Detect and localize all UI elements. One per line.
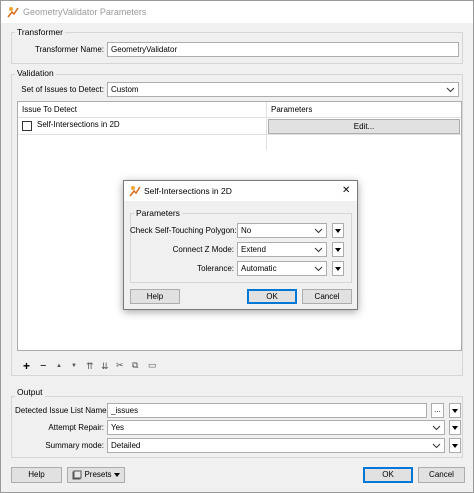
ok-button[interactable]: OK [363, 467, 413, 483]
issue-list-label: Detected Issue List Name: [15, 406, 109, 415]
column-header-issue: Issue To Detect [22, 105, 77, 114]
attempt-repair-value: Yes [111, 423, 125, 432]
validation-group-label: Validation [15, 68, 56, 78]
transformer-icon [7, 7, 19, 18]
summary-mode-menu-button[interactable] [449, 438, 461, 453]
attempt-repair-menu-button[interactable] [449, 420, 461, 435]
dropdown-arrow-icon [335, 228, 341, 233]
table-row[interactable]: Self-Intersections in 2D Edit... [18, 118, 461, 134]
presets-label: Presets [84, 470, 112, 479]
dropdown-arrow-icon [113, 473, 120, 477]
issue-set-select[interactable]: Custom [107, 82, 459, 97]
self-touching-menu-button[interactable] [332, 223, 344, 238]
presets-icon [72, 470, 82, 480]
issue-set-label: Set of Issues to Detect: [21, 85, 104, 94]
dialog-ok-button[interactable]: OK [247, 289, 297, 304]
self-touching-value: No [241, 226, 252, 235]
transformer-group-label: Transformer [15, 27, 65, 37]
tolerance-value: Automatic [241, 264, 277, 273]
chevron-down-icon [432, 425, 441, 431]
attempt-repair-label: Attempt Repair: [48, 423, 104, 432]
help-button[interactable]: Help [11, 467, 62, 483]
row-divider [18, 134, 461, 135]
dropdown-arrow-icon [335, 247, 341, 252]
z-mode-value: Extend [241, 245, 266, 254]
dialog-title-bar: Self-Intersections in 2D ✕ [124, 181, 357, 201]
paste-icon[interactable]: ▭ [148, 360, 157, 371]
issue-label: Self-Intersections in 2D [37, 120, 120, 129]
output-group-label: Output [15, 387, 45, 397]
transformer-icon [129, 186, 141, 197]
tolerance-menu-button[interactable] [332, 261, 344, 276]
remove-icon[interactable]: − [40, 360, 46, 372]
chevron-down-icon [446, 87, 455, 93]
self-intersections-dialog: Self-Intersections in 2D ✕ Parameters Ch… [123, 180, 358, 310]
tolerance-select[interactable]: Automatic [237, 261, 327, 276]
close-icon[interactable]: ✕ [342, 185, 350, 196]
move-down-icon[interactable]: ▼ [71, 363, 77, 369]
column-header-parameters: Parameters [271, 105, 313, 114]
chevron-down-icon [432, 443, 441, 449]
window-title: GeometryValidator Parameters [23, 7, 147, 17]
chevron-down-icon [314, 228, 323, 234]
copy-icon[interactable]: ⧉ [132, 360, 138, 371]
self-touching-label: Check Self-Touching Polygon: [130, 226, 237, 235]
move-bottom-icon[interactable]: ⇊ [101, 361, 109, 372]
z-mode-label: Connect Z Mode: [172, 245, 234, 254]
dropdown-arrow-icon [452, 443, 458, 448]
issue-checkbox[interactable] [22, 121, 32, 131]
presets-button[interactable]: Presets [67, 467, 125, 483]
dialog-help-button[interactable]: Help [130, 289, 180, 304]
dialog-title: Self-Intersections in 2D [144, 186, 232, 196]
issue-set-value: Custom [111, 85, 139, 94]
move-top-icon[interactable]: ⇈ [86, 361, 94, 372]
chevron-down-icon [314, 247, 323, 253]
move-up-icon[interactable]: ▲ [56, 363, 62, 369]
chevron-down-icon [314, 266, 323, 272]
summary-mode-label: Summary mode: [45, 441, 104, 450]
cancel-button[interactable]: Cancel [418, 467, 465, 483]
dialog-parameters-label: Parameters [134, 208, 182, 218]
parameters-window: GeometryValidator Parameters Transformer… [0, 0, 474, 493]
z-mode-menu-button[interactable] [332, 242, 344, 257]
transformer-name-input[interactable]: GeometryValidator [107, 42, 459, 57]
self-touching-select[interactable]: No [237, 223, 327, 238]
z-mode-select[interactable]: Extend [237, 242, 327, 257]
transformer-name-label: Transformer Name: [34, 45, 104, 54]
dropdown-arrow-icon [452, 408, 458, 413]
dialog-cancel-button[interactable]: Cancel [302, 289, 352, 304]
add-icon[interactable]: + [23, 359, 30, 373]
summary-mode-select[interactable]: Detailed [107, 438, 445, 453]
cut-icon[interactable]: ✂ [116, 360, 124, 371]
issue-list-input[interactable]: _issues [107, 403, 427, 418]
issue-list-menu-button[interactable] [449, 403, 461, 418]
summary-mode-value: Detailed [111, 441, 141, 450]
dropdown-arrow-icon [452, 425, 458, 430]
edit-button[interactable]: Edit... [268, 119, 460, 134]
tolerance-label: Tolerance: [197, 264, 234, 273]
dropdown-arrow-icon [335, 266, 341, 271]
attempt-repair-select[interactable]: Yes [107, 420, 445, 435]
title-bar: GeometryValidator Parameters [1, 1, 473, 23]
browse-button[interactable]: ... [431, 403, 444, 418]
